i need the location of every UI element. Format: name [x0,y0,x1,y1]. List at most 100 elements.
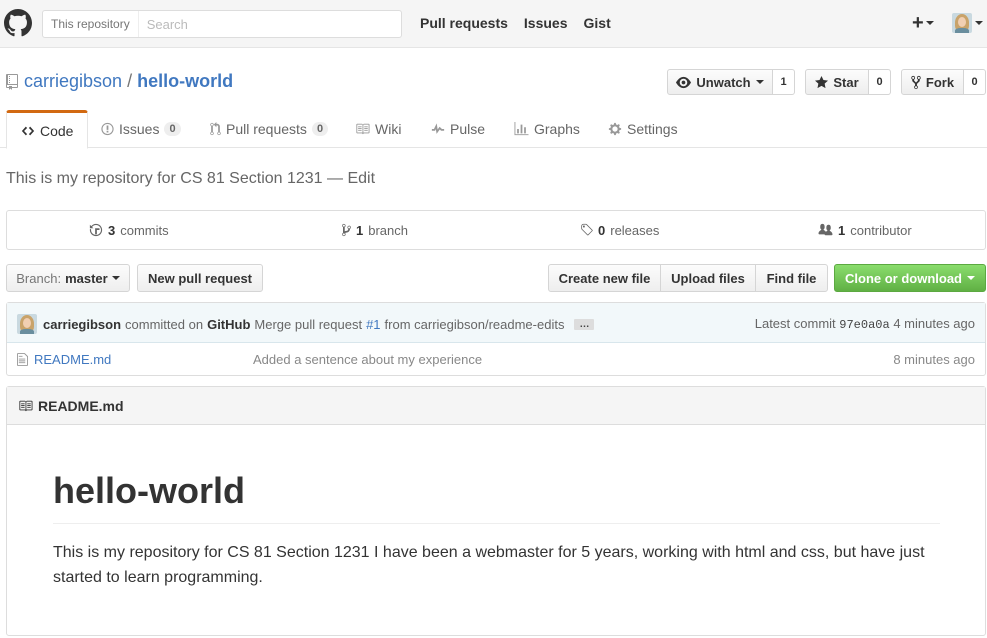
unwatch-button[interactable]: Unwatch [667,69,773,95]
commit-message-suffix[interactable]: from carriegibson/readme-edits [385,317,565,332]
file-commit-message[interactable]: Added a sentence about my experience [253,352,482,367]
star-button[interactable]: Star [805,69,869,95]
repo-description: This is my repository for CS 81 Section … [6,170,376,187]
nav-pull-requests[interactable]: Pull requests [420,15,508,31]
gear-icon [608,122,622,136]
star-icon [815,75,829,88]
site-header: This repository Pull requests Issues Gis… [0,0,987,48]
nav-gist[interactable]: Gist [584,15,611,31]
caret-down-icon [755,80,764,84]
stargazers-count[interactable]: 0 [869,69,891,95]
commit-platform: GitHub [207,316,251,332]
repo-path-separator: / [127,71,133,91]
branch-count: 1 [356,222,364,238]
pull-requests-counter: 0 [311,122,329,136]
tab-pull-requests-label: Pull requests [226,121,307,137]
readme-heading: hello-world [53,470,245,511]
contributors-summary-link[interactable]: 1 contributor [818,211,912,249]
repo-nav-tabs: Code Issues 0 Pull requests 0 Wiki Pulse… [0,110,987,149]
github-logo-icon[interactable] [4,9,32,37]
history-icon [89,223,103,237]
committed-on-text: committed on [125,316,204,332]
caret-down-icon [967,276,975,280]
eye-icon [676,76,692,88]
tab-code-label: Code [40,122,74,139]
tab-code[interactable]: Code [6,110,89,149]
create-new-file-button[interactable]: Create new file [548,264,661,292]
graph-icon [514,122,529,136]
repo-title: carriegibson / hello-world [6,71,233,92]
pull-request-link[interactable]: #1 [366,317,380,332]
nav-issues[interactable]: Issues [524,15,568,31]
unwatch-label: Unwatch [696,74,751,90]
commits-summary-link[interactable]: 3 commits [89,211,169,249]
create-new-menu[interactable]: + [912,13,934,33]
issue-opened-icon [101,122,114,136]
tab-graphs[interactable]: Graphs [514,110,580,148]
tab-issues[interactable]: Issues 0 [101,110,181,148]
releases-count: 0 [598,222,606,238]
tab-pulse[interactable]: Pulse [431,110,485,148]
branches-summary-link[interactable]: 1 branch [342,211,408,249]
search-input[interactable] [138,11,401,37]
file-age: 8 minutes ago [893,352,975,367]
clone-or-download-button[interactable]: Clone or download [834,264,986,292]
issues-counter: 0 [164,122,181,136]
book-icon [356,123,370,135]
commits-label: commits [120,222,169,238]
find-file-button[interactable]: Find file [755,264,828,292]
tab-issues-label: Issues [119,121,160,137]
repo-owner-link[interactable]: carriegibson [24,71,122,92]
commit-tease: carriegibson committed on GitHub Merge p… [7,303,985,343]
star-label: Star [833,74,859,90]
commit-author-link[interactable]: carriegibson [43,317,121,332]
new-pull-request-button[interactable]: New pull request [137,264,263,292]
caret-down-icon [975,21,983,25]
expand-commit-button[interactable]: … [574,318,595,330]
organization-icon [818,223,833,236]
watchers-count[interactable]: 1 [773,69,795,95]
commit-sha-link[interactable]: 97e0a0a [839,318,889,332]
contributor-label: contributor [850,222,912,238]
code-icon [21,126,35,135]
tab-settings[interactable]: Settings [608,110,678,148]
caret-down-icon [111,276,120,280]
tab-wiki[interactable]: Wiki [355,110,401,148]
tab-pull-requests[interactable]: Pull requests 0 [210,110,329,148]
fork-label: Fork [925,74,955,90]
file-name-link[interactable]: README.md [34,352,111,367]
upload-files-button[interactable]: Upload files [660,264,756,292]
user-menu[interactable] [952,13,983,33]
repo-name-link[interactable]: hello-world [137,71,233,92]
releases-summary-link[interactable]: 0 releases [580,211,659,249]
site-search: This repository [42,10,402,38]
tab-pulse-label: Pulse [450,121,486,137]
readme-panel: README.md hello-world This is my reposit… [6,386,986,636]
repo-forked-icon [911,75,921,89]
fork-button[interactable]: Fork [901,69,964,95]
forks-count[interactable]: 0 [964,69,986,95]
latest-commit-info: Latest commit 97e0a0a 4 minutes ago [755,316,975,332]
clone-label: Clone or download [845,270,962,286]
caret-down-icon [925,21,934,25]
git-branch-icon [342,223,351,237]
numbers-summary: 3 commits 1 branch 0 releases 1 contribu… [6,210,986,250]
file-text-icon [17,353,28,366]
commit-message-prefix[interactable]: Merge pull request [254,317,362,332]
tab-wiki-label: Wiki [375,121,402,137]
readme-body: This is my repository for CS 81 Section … [53,544,925,586]
readme-divider [53,523,940,524]
tag-icon [581,223,593,236]
avatar [952,13,972,33]
latest-commit-label: Latest commit [754,316,836,331]
file-wrap: carriegibson committed on GitHub Merge p… [6,302,986,376]
branch-label: branch [368,222,408,238]
branch-select-button[interactable]: Branch: master [6,264,130,292]
commit-tease-message: carriegibson committed on GitHub Merge p… [17,314,595,334]
pulse-icon [431,123,445,134]
tab-settings-label: Settings [627,121,678,137]
header-nav: Pull requests Issues Gist [420,15,611,31]
avatar[interactable] [17,314,37,334]
repository-icon [6,73,18,90]
search-scope-label: This repository [43,11,139,37]
